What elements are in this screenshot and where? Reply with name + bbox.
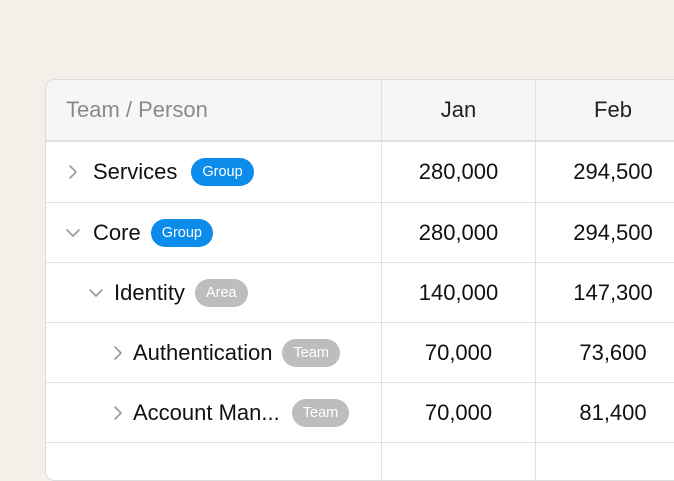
area-badge: Area: [194, 278, 248, 307]
table-row-partial[interactable]: [46, 443, 674, 480]
header-cell-jan[interactable]: Jan: [382, 80, 536, 140]
header-feb: Feb: [594, 97, 632, 122]
chevron-right-icon[interactable]: [110, 345, 126, 361]
feb-value: 147,300: [573, 279, 653, 305]
group-badge: Group: [191, 158, 254, 186]
row-jan-cell[interactable]: [382, 443, 536, 480]
table-row-account-management[interactable]: Account Man... Team 70,000 81,400: [46, 383, 674, 443]
header-team-person: Team / Person: [66, 97, 208, 122]
jan-value: 280,000: [418, 219, 499, 245]
team-badge: Team: [282, 338, 340, 367]
jan-value: 280,000: [418, 159, 499, 184]
feb-value: 294,500: [573, 159, 653, 184]
row-name-cell: Services Group: [46, 142, 382, 202]
row-name-cell: Account Man... Team: [46, 383, 382, 442]
row-feb-cell[interactable]: [536, 443, 674, 480]
row-feb-cell[interactable]: 294,500: [536, 142, 674, 202]
jan-value: 70,000: [424, 339, 493, 365]
row-label: Core: [93, 219, 141, 245]
row-label: Authentication: [133, 339, 273, 365]
team-badge: Team: [291, 398, 350, 427]
feb-value: 294,500: [573, 219, 653, 245]
row-jan-cell[interactable]: 140,000: [382, 263, 536, 322]
table-row-core[interactable]: Core Group 280,000 294,500: [46, 203, 674, 263]
row-feb-cell[interactable]: 294,500: [536, 203, 674, 262]
feb-value: 73,600: [579, 339, 647, 365]
chevron-down-icon[interactable]: [65, 225, 81, 241]
row-label: Services: [93, 159, 178, 184]
row-jan-cell[interactable]: 280,000: [382, 142, 536, 202]
row-name-cell: [46, 443, 382, 480]
row-feb-cell[interactable]: 81,400: [536, 383, 674, 442]
chevron-right-icon[interactable]: [65, 164, 81, 180]
table-header-row: Team / Person Jan Feb: [46, 80, 674, 142]
group-badge: Group: [150, 218, 213, 247]
jan-value: 70,000: [424, 399, 493, 425]
row-label: Account Man...: [133, 399, 280, 425]
row-name-cell: Core Group: [46, 203, 382, 262]
row-jan-cell[interactable]: 280,000: [382, 203, 536, 262]
table-row-authentication[interactable]: Authentication Team 70,000 73,600: [46, 323, 674, 383]
header-cell-feb[interactable]: Feb: [536, 80, 674, 140]
row-jan-cell[interactable]: 70,000: [382, 323, 536, 382]
row-jan-cell[interactable]: 70,000: [382, 383, 536, 442]
header-jan: Jan: [440, 97, 477, 122]
row-name-cell: Authentication Team: [46, 323, 382, 382]
row-label: Identity: [114, 279, 185, 305]
row-feb-cell[interactable]: 147,300: [536, 263, 674, 322]
table-row-identity[interactable]: Identity Area 140,000 147,300: [46, 263, 674, 323]
chevron-right-icon[interactable]: [110, 405, 126, 421]
chevron-down-icon[interactable]: [88, 285, 104, 301]
jan-value: 140,000: [418, 279, 499, 305]
row-feb-cell[interactable]: 73,600: [536, 323, 674, 382]
row-name-cell: Identity Area: [46, 263, 382, 322]
feb-value: 81,400: [579, 399, 647, 425]
table-row-services[interactable]: Services Group 280,000 294,500: [46, 142, 674, 203]
header-cell-name[interactable]: Team / Person: [46, 80, 382, 140]
budget-table: Team / Person Jan Feb Services Group 280…: [45, 79, 674, 481]
